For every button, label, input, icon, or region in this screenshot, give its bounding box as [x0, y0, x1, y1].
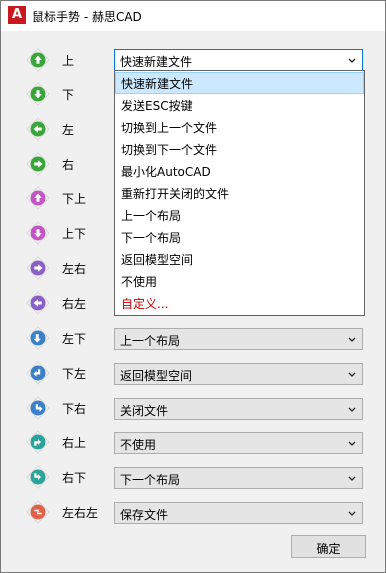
autocad-logo-icon: A [8, 6, 26, 24]
dropdown-option[interactable]: 最小化AutoCAD [115, 160, 364, 182]
action-select[interactable]: 上一个布局 [114, 328, 363, 350]
arrow-right-up-icon [26, 430, 50, 454]
gesture-window: A 鼠标手势 - 赫思CAD 上快速新建文件下左右下上 上下 左右 右左 左下 上一个布局… [0, 0, 386, 573]
arrow-down-icon [26, 82, 50, 106]
dropdown-option[interactable]: 返回模型空间 [115, 248, 364, 270]
dropdown-option-label: 不使用 [121, 275, 158, 289]
title-bar: A 鼠标手势 - 赫思CAD [1, 1, 385, 31]
gesture-label: 上 [62, 54, 75, 68]
chevron-down-icon [347, 506, 357, 520]
dropdown-list: 快速新建文件 发送ESC按键切换到上一个文件 切换到下一个文件 最小化AutoCAD 重… [114, 70, 365, 316]
arrow-left-icon [26, 117, 50, 141]
dropdown-option-label: 切换到下一个文件 [121, 143, 218, 157]
chevron-down-icon [347, 471, 357, 485]
dropdown-option[interactable]: 不使用 [115, 270, 364, 292]
chevron-down-icon [347, 332, 357, 346]
action-select[interactable]: 保存文件 [114, 502, 363, 524]
chevron-down-icon [347, 367, 357, 381]
gesture-label: 左 [62, 123, 75, 137]
chevron-down-icon [347, 53, 357, 67]
dropdown-option-label: 发送ESC按键 [121, 99, 193, 113]
arrow-left-down-icon [26, 326, 50, 350]
dropdown-option-label: 重新打开关闭的文件 [121, 187, 230, 201]
gesture-label: 右上 [62, 436, 87, 450]
gesture-label: 左右 [62, 262, 87, 276]
arrow-left-right-icon [26, 256, 50, 280]
arrow-up-down-icon [26, 221, 50, 245]
action-select[interactable]: 下一个布局 [114, 467, 363, 489]
select-value: 上一个布局 [120, 334, 181, 348]
gesture-label: 右 [62, 158, 75, 172]
gesture-label: 下左 [62, 367, 87, 381]
window-title: 鼠标手势 - 赫思CAD [32, 10, 142, 24]
arrow-down-right-icon [26, 396, 50, 420]
dropdown-option[interactable]: 切换到下一个文件 [115, 138, 364, 160]
action-select[interactable]: 关闭文件 [114, 398, 363, 420]
gesture-label: 右左 [62, 297, 87, 311]
dropdown-option[interactable]: 下一个布局 [115, 226, 364, 248]
ok-button[interactable]: 确定 [291, 535, 366, 558]
action-select[interactable]: 返回模型空间 [114, 363, 363, 385]
select-value: 返回模型空间 [120, 369, 193, 383]
dropdown-option-label: 上一个布局 [121, 209, 182, 223]
select-value: 不使用 [120, 438, 157, 452]
dropdown-option[interactable]: 上一个布局 [115, 204, 364, 226]
dropdown-option[interactable]: 快速新建文件 [115, 72, 364, 94]
dropdown-option-label: 快速新建文件 [121, 77, 194, 91]
select-value: 下一个布局 [120, 473, 181, 487]
dropdown-option[interactable]: 自定义... [115, 292, 364, 314]
arrow-down-left-icon [26, 361, 50, 385]
arrow-right-down-icon [26, 465, 50, 489]
dropdown-option-label: 最小化AutoCAD [121, 165, 211, 179]
chevron-down-icon [347, 436, 357, 450]
dropdown-option[interactable]: 重新打开关闭的文件 [115, 182, 364, 204]
gesture-label: 下 [62, 88, 75, 102]
dropdown-option-label: 下一个布局 [121, 231, 182, 245]
dropdown-option-label: 返回模型空间 [121, 253, 194, 267]
chevron-down-icon [347, 402, 357, 416]
dropdown-option[interactable]: 切换到上一个文件 [115, 116, 364, 138]
select-value: 快速新建文件 [120, 55, 193, 69]
dropdown-option-label: 自定义... [121, 297, 169, 311]
gesture-label: 下上 [62, 192, 87, 206]
arrow-right-icon [26, 152, 50, 176]
gesture-label: 左下 [62, 332, 87, 346]
dropdown-option-label: 切换到上一个文件 [121, 121, 218, 135]
dropdown-option[interactable]: 发送ESC按键 [115, 94, 364, 116]
gesture-label: 下右 [62, 402, 87, 416]
arrow-zigzag-icon [26, 500, 50, 524]
arrow-down-up-icon [26, 186, 50, 210]
gesture-label: 右下 [62, 471, 87, 485]
gesture-label: 上下 [62, 227, 87, 241]
action-select-open[interactable]: 快速新建文件 [114, 49, 363, 71]
action-select[interactable]: 不使用 [114, 432, 363, 454]
select-value: 关闭文件 [120, 404, 169, 418]
gesture-label: 左右左 [62, 506, 99, 520]
arrow-right-left-icon [26, 291, 50, 315]
arrow-up-icon [26, 48, 50, 72]
select-value: 保存文件 [120, 508, 169, 522]
